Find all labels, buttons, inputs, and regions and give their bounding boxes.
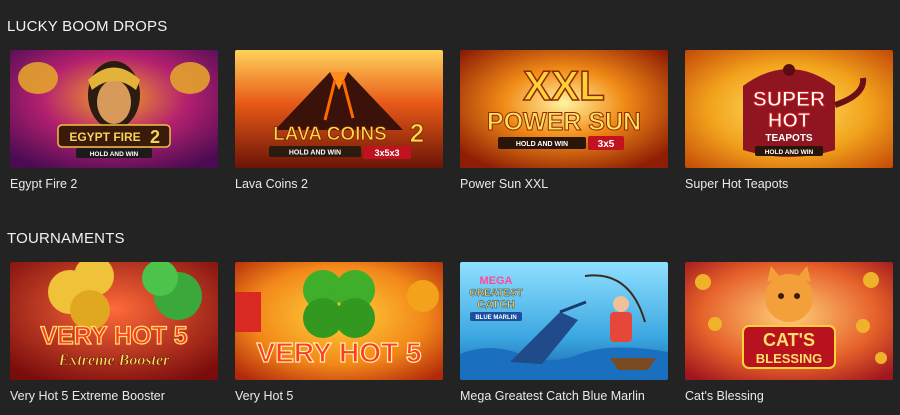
cats-blessing-logo-line2: BLESSING xyxy=(756,351,822,366)
lava-coins-2-grid-size: 3x5x3 xyxy=(374,148,399,158)
mega-greatest-catch-logo-catch: CATCH xyxy=(477,299,515,311)
game-card-power-sun-xxl[interactable]: XXL POWER SUN HOLD AND WIN 3x5 Power Sun… xyxy=(460,50,668,191)
game-card-mega-greatest-catch-blue-marlin[interactable]: MEGA GREATEST CATCH BLUE MARLIN Mega Gre… xyxy=(460,262,668,403)
lucky-boom-drops-grid: EGYPT FIRE 2 HOLD AND WIN Egypt Fire 2 L xyxy=(10,50,893,191)
mega-greatest-catch-logo-mega: MEGA xyxy=(480,275,513,287)
game-title-power-sun-xxl[interactable]: Power Sun XXL xyxy=(460,177,668,191)
egypt-fire-2-thumbnail[interactable]: EGYPT FIRE 2 HOLD AND WIN xyxy=(10,50,218,168)
game-card-lava-coins-2[interactable]: LAVA COINS 2 HOLD AND WIN 3x5x3 Lava Coi… xyxy=(235,50,443,191)
tournaments-grid: VERY HOT 5 Extreme Booster Very Hot 5 Ex… xyxy=(10,262,893,403)
cats-blessing-logo-line1: CAT'S xyxy=(763,330,815,350)
game-card-very-hot-5-extreme-booster[interactable]: VERY HOT 5 Extreme Booster Very Hot 5 Ex… xyxy=(10,262,218,403)
lava-coins-2-thumbnail[interactable]: LAVA COINS 2 HOLD AND WIN 3x5x3 xyxy=(235,50,443,168)
lava-coins-2-logo-text: LAVA COINS xyxy=(273,124,387,145)
power-sun-xxl-thumbnail[interactable]: XXL POWER SUN HOLD AND WIN 3x5 xyxy=(460,50,668,168)
very-hot-5-thumbnail[interactable]: VERY HOT 5 xyxy=(235,262,443,380)
section-title-tournaments: TOURNAMENTS xyxy=(7,230,125,247)
mega-greatest-catch-thumbnail[interactable]: MEGA GREATEST CATCH BLUE MARLIN xyxy=(460,262,668,380)
game-title-very-hot-5[interactable]: Very Hot 5 xyxy=(235,389,443,403)
super-hot-teapots-logo-line1: SUPER xyxy=(753,88,825,111)
game-card-super-hot-teapots[interactable]: SUPER HOT TEAPOTS HOLD AND WIN Super Hot… xyxy=(685,50,893,191)
super-hot-teapots-thumbnail[interactable]: SUPER HOT TEAPOTS HOLD AND WIN xyxy=(685,50,893,168)
egypt-fire-2-logo-number: 2 xyxy=(150,127,160,147)
game-card-egypt-fire-2[interactable]: EGYPT FIRE 2 HOLD AND WIN Egypt Fire 2 xyxy=(10,50,218,191)
egypt-fire-2-tag: HOLD AND WIN xyxy=(90,151,139,158)
power-sun-xxl-tag: HOLD AND WIN xyxy=(516,141,568,148)
mega-greatest-catch-logo-greatest: GREATEST xyxy=(469,288,523,299)
game-title-very-hot-5-extreme-booster[interactable]: Very Hot 5 Extreme Booster xyxy=(10,389,218,403)
super-hot-teapots-logo-line2: HOT xyxy=(768,110,810,132)
game-title-cats-blessing[interactable]: Cat's Blessing xyxy=(685,389,893,403)
section-title-lucky-boom-drops: LUCKY BOOM DROPS xyxy=(7,18,168,35)
power-sun-xxl-logo-title: POWER SUN xyxy=(487,108,641,136)
very-hot-5-extreme-booster-logo-title: VERY HOT 5 xyxy=(40,322,187,350)
game-title-mega-greatest-catch-blue-marlin[interactable]: Mega Greatest Catch Blue Marlin xyxy=(460,389,668,403)
power-sun-xxl-grid-size: 3x5 xyxy=(598,139,615,150)
game-card-very-hot-5[interactable]: VERY HOT 5 Very Hot 5 xyxy=(235,262,443,403)
cats-blessing-thumbnail[interactable]: CAT'S BLESSING xyxy=(685,262,893,380)
super-hot-teapots-logo-line3: TEAPOTS xyxy=(765,133,813,144)
very-hot-5-logo-title: VERY HOT 5 xyxy=(257,337,422,368)
power-sun-xxl-logo-xxl: XXL xyxy=(523,62,605,109)
lava-coins-2-tag: HOLD AND WIN xyxy=(289,150,341,157)
very-hot-5-extreme-booster-logo-subtitle: Extreme Booster xyxy=(58,352,170,369)
game-title-super-hot-teapots[interactable]: Super Hot Teapots xyxy=(685,177,893,191)
lava-coins-2-logo-number: 2 xyxy=(410,118,424,148)
game-title-lava-coins-2[interactable]: Lava Coins 2 xyxy=(235,177,443,191)
super-hot-teapots-tag: HOLD AND WIN xyxy=(765,149,814,156)
game-card-cats-blessing[interactable]: CAT'S BLESSING Cat's Blessing xyxy=(685,262,893,403)
game-title-egypt-fire-2[interactable]: Egypt Fire 2 xyxy=(10,177,218,191)
egypt-fire-2-logo-text: EGYPT FIRE xyxy=(69,130,140,144)
mega-greatest-catch-logo-subtitle: BLUE MARLIN xyxy=(475,315,516,321)
very-hot-5-extreme-booster-thumbnail[interactable]: VERY HOT 5 Extreme Booster xyxy=(10,262,218,380)
